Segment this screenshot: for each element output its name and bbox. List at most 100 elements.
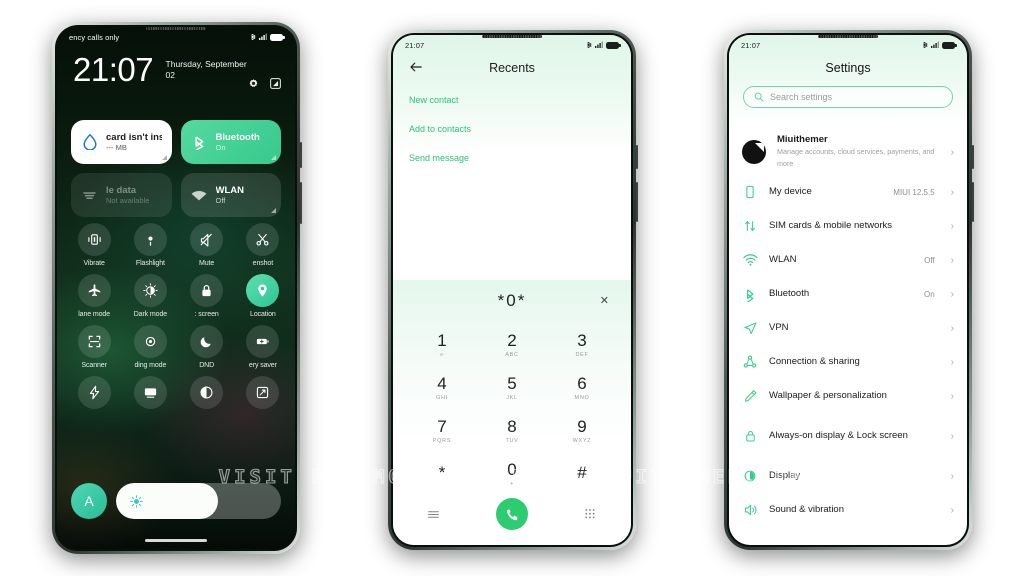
tile-dark-mode[interactable]: Dark mode	[122, 274, 178, 318]
key-letters: ∞	[439, 351, 445, 358]
tile-label: ery saver	[248, 362, 277, 369]
brightness-row: A	[71, 483, 281, 519]
settings-row-bluetooth[interactable]: Bluetooth On ›	[729, 277, 967, 311]
tile-contrast[interactable]	[179, 376, 235, 413]
expand-corner-icon[interactable]	[271, 155, 276, 160]
key-5[interactable]: 5 JKL	[477, 367, 547, 408]
chevron-right-icon: ›	[950, 288, 954, 300]
tile-mute[interactable]: Mute	[179, 223, 235, 267]
reading-mode-icon	[145, 336, 156, 347]
settings-row-wlan[interactable]: WLAN Off ›	[729, 243, 967, 277]
settings-row-sim-cards[interactable]: SIM cards & mobile networks ›	[729, 209, 967, 243]
settings-row-wallpaper[interactable]: Wallpaper & personalization ›	[729, 379, 967, 413]
chevron-right-icon: ›	[950, 504, 954, 516]
power-button[interactable]	[300, 142, 302, 168]
page-title: Recents	[489, 61, 535, 75]
tile-reading-mode[interactable]: ding mode	[122, 325, 178, 369]
settings-row-value: Off	[924, 255, 935, 265]
quick-card-mobile-data[interactable]: le data Not available	[71, 173, 172, 217]
tile-rotate[interactable]	[235, 376, 291, 413]
action-add-to-contacts[interactable]: Add to contacts	[409, 124, 615, 134]
mute-icon	[200, 233, 212, 247]
search-placeholder: Search settings	[770, 92, 833, 102]
speaker-icon	[742, 502, 758, 518]
key-hash[interactable]: #	[547, 453, 617, 494]
volume-button[interactable]	[636, 182, 638, 222]
tile-screenshot[interactable]: enshot	[235, 223, 291, 267]
key-7[interactable]: 7 PQRS	[407, 410, 477, 451]
settings-row-vpn[interactable]: VPN ›	[729, 311, 967, 345]
dialer-actions: New contact Add to contacts Send message	[409, 95, 615, 182]
volume-button[interactable]	[972, 182, 974, 222]
search-icon	[754, 92, 764, 102]
brightness-slider[interactable]	[116, 483, 281, 519]
settings-gear-icon[interactable]	[248, 76, 259, 87]
settings-row-aod-lockscreen[interactable]: Always-on display & Lock screen ›	[729, 413, 967, 459]
quick-card-bluetooth[interactable]: Bluetooth On	[180, 120, 281, 164]
tile-location[interactable]: Location	[235, 274, 291, 318]
tile-dnd[interactable]: DND	[179, 325, 235, 369]
auto-brightness-button[interactable]: A	[71, 483, 107, 519]
tile-label: Scanner	[81, 362, 107, 369]
key-3[interactable]: 3 DEF	[547, 324, 617, 365]
search-input[interactable]: Search settings	[743, 86, 953, 108]
status-bar: 21:07	[729, 35, 967, 55]
clock-date: Thursday, September 02	[165, 59, 247, 80]
volume-button[interactable]	[300, 182, 302, 224]
location-pin-icon	[258, 284, 268, 297]
key-star[interactable]: *	[407, 453, 477, 494]
quick-card-wlan[interactable]: WLAN Off	[180, 173, 281, 217]
tile-label: Dark mode	[133, 311, 168, 318]
tile-airplane-mode[interactable]: lane mode	[66, 274, 122, 318]
settings-row-label: VPN	[769, 322, 789, 334]
action-send-message[interactable]: Send message	[409, 153, 615, 163]
settings-row-my-device[interactable]: My device MIUI 12.5.5 ›	[729, 175, 967, 209]
power-button[interactable]	[636, 145, 638, 169]
card-subtitle: On	[215, 143, 226, 153]
tile-cast[interactable]	[122, 376, 178, 413]
home-indicator[interactable]	[145, 539, 207, 542]
page-title: Settings	[825, 61, 871, 75]
key-6[interactable]: 6 MNO	[547, 367, 617, 408]
quick-tiles-grid: Vibrate Flashlight Mute enshot lane mode…	[66, 223, 291, 413]
tile-lightning[interactable]	[66, 376, 122, 413]
menu-icon[interactable]	[427, 508, 440, 521]
quick-card-data-usage[interactable]: card isn't insta --- MB	[71, 120, 172, 164]
vpn-icon	[742, 320, 758, 336]
expand-corner-icon[interactable]	[271, 208, 276, 213]
chevron-right-icon: ›	[950, 322, 954, 334]
card-title: Bluetooth	[215, 131, 260, 143]
tile-lock-screen[interactable]: : screen	[179, 274, 235, 318]
bluetooth-icon	[587, 41, 592, 49]
key-9[interactable]: 9 WXYZ	[547, 410, 617, 451]
key-1[interactable]: 1 ∞	[407, 324, 477, 365]
screenshot-icon[interactable]	[270, 76, 281, 89]
settings-row-account[interactable]: Miuithemer Manage accounts, cloud servic…	[729, 129, 967, 175]
settings-row-sound-vibration[interactable]: Sound & vibration ›	[729, 493, 967, 527]
key-4[interactable]: 4 GHI	[407, 367, 477, 408]
close-x-icon[interactable]: ✕	[600, 294, 609, 307]
power-button[interactable]	[972, 145, 974, 169]
key-8[interactable]: 8 TUV	[477, 410, 547, 451]
phone-settings: 21:07 Settings Search settings Miuitheme…	[724, 30, 974, 550]
tile-flashlight[interactable]: Flashlight	[122, 223, 178, 267]
tile-vibrate[interactable]: Vibrate	[66, 223, 122, 267]
key-letters: TUV	[505, 437, 519, 444]
share-nodes-icon	[742, 354, 758, 370]
key-2[interactable]: 2 ABC	[477, 324, 547, 365]
lightning-icon	[89, 385, 99, 400]
settings-row-display[interactable]: Display ›	[729, 459, 967, 493]
settings-row-label: WLAN	[769, 254, 797, 266]
settings-row-connection-sharing[interactable]: Connection & sharing ›	[729, 345, 967, 379]
expand-corner-icon[interactable]	[161, 155, 167, 160]
battery-icon	[942, 41, 957, 49]
tile-scanner[interactable]: Scanner	[66, 325, 122, 369]
tile-battery-saver[interactable]: ery saver	[235, 325, 291, 369]
quick-cards: card isn't insta --- MB Bluetooth	[71, 120, 281, 217]
keypad-keys: 1 ∞ 2 ABC 3 DEF 4 GHI 5 JKL 6 MNO 7 PQRS 8 TUV 9…	[393, 324, 631, 494]
action-new-contact[interactable]: New contact	[409, 95, 615, 105]
keypad-icon[interactable]	[584, 508, 597, 521]
key-0[interactable]: 0 +	[477, 453, 547, 494]
key-digit: 7	[437, 416, 447, 436]
call-button[interactable]	[496, 498, 528, 530]
